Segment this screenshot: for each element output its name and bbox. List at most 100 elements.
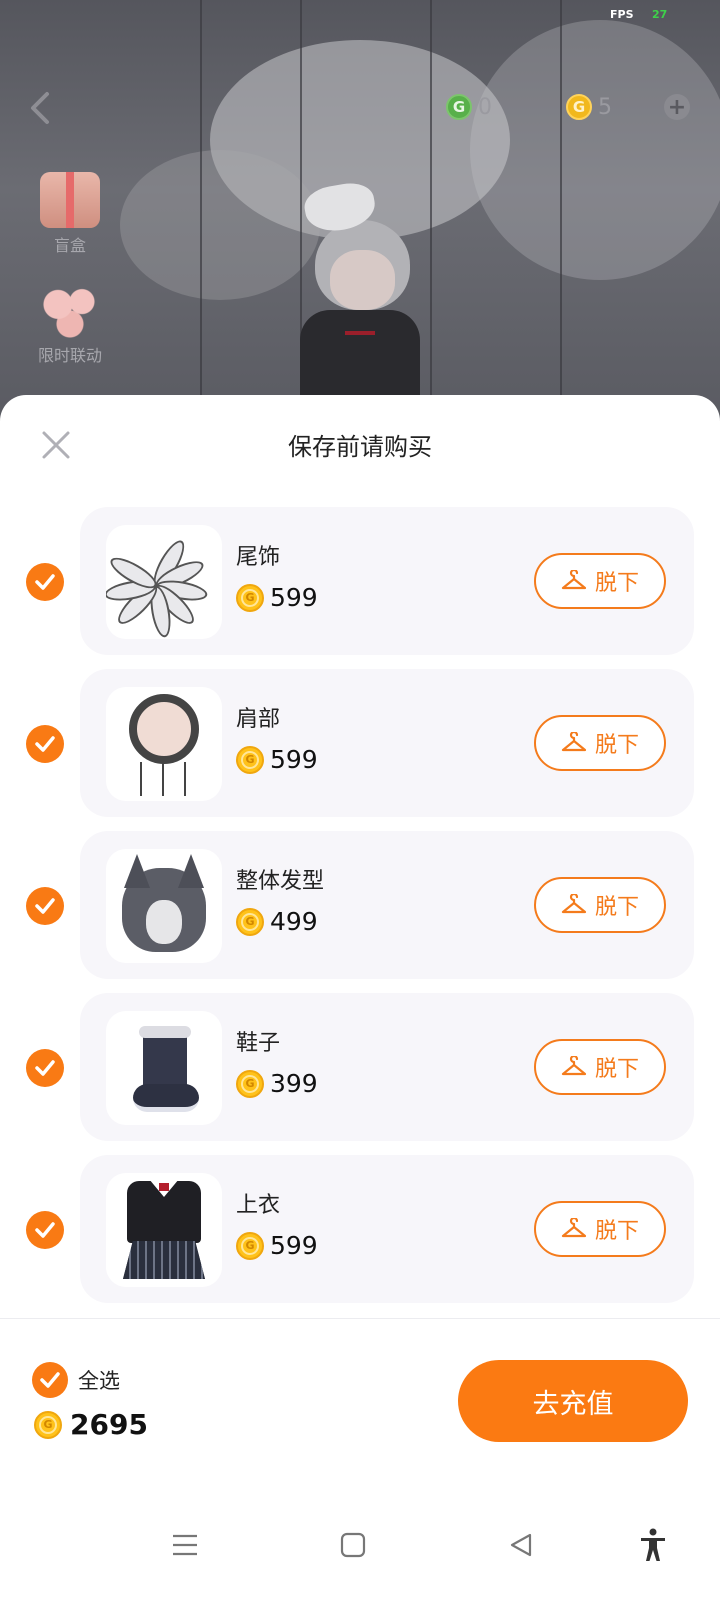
item-name: 尾饰 bbox=[236, 545, 281, 570]
hanger-icon bbox=[561, 894, 587, 914]
item-thumbnail bbox=[106, 687, 222, 801]
back-button[interactable] bbox=[22, 88, 58, 128]
check-icon bbox=[40, 1372, 60, 1388]
item-price-value: 499 bbox=[270, 907, 318, 936]
list-item: 鞋子 G 399 脱下 bbox=[0, 993, 720, 1141]
green-coin-balance[interactable]: G 0 bbox=[446, 92, 492, 122]
hanger-icon bbox=[561, 1218, 587, 1238]
item-name: 整体发型 bbox=[236, 869, 325, 894]
remove-item-button[interactable]: 脱下 bbox=[534, 553, 666, 609]
avatar-preview-scene: FPS 27 G 0 G 5 + 盲盒 限时联动 bbox=[0, 0, 720, 420]
green-coin-icon: G bbox=[446, 94, 472, 120]
fps-label: FPS bbox=[610, 8, 634, 21]
shoulder-accessory-image bbox=[124, 694, 204, 796]
select-all-checkbox[interactable] bbox=[32, 1362, 68, 1398]
limited-collab-button[interactable]: 限时联动 bbox=[30, 282, 110, 366]
top-clothing-image bbox=[119, 1175, 209, 1285]
check-icon bbox=[35, 1222, 55, 1238]
gift-box-icon bbox=[40, 172, 100, 228]
scene-string bbox=[200, 0, 202, 420]
coin-icon: G bbox=[236, 1069, 264, 1098]
green-coin-count: 0 bbox=[478, 94, 492, 120]
item-name: 上衣 bbox=[236, 1193, 281, 1218]
scene-string bbox=[430, 0, 432, 420]
accessibility-button[interactable] bbox=[628, 1520, 678, 1570]
add-currency-button[interactable]: + bbox=[664, 94, 690, 120]
list-item: 整体发型 G 499 脱下 bbox=[0, 831, 720, 979]
shoes-image bbox=[129, 1018, 199, 1118]
home-icon bbox=[340, 1532, 366, 1558]
home-button[interactable] bbox=[328, 1520, 378, 1570]
sheet-title: 保存前请购买 bbox=[288, 433, 432, 461]
gold-coin-count: 5 bbox=[598, 94, 612, 120]
item-card[interactable]: 整体发型 G 499 脱下 bbox=[80, 831, 694, 979]
total-price: G 2695 bbox=[34, 1408, 148, 1441]
menu-icon bbox=[173, 1534, 197, 1556]
item-price: G 599 bbox=[236, 583, 318, 612]
tail-accessory-image bbox=[106, 536, 214, 639]
item-price: G 499 bbox=[236, 907, 318, 936]
footer-divider bbox=[0, 1318, 720, 1319]
item-checkbox[interactable] bbox=[26, 1049, 64, 1087]
item-checkbox[interactable] bbox=[26, 1211, 64, 1249]
flower-icon bbox=[40, 282, 100, 338]
hanger-icon bbox=[561, 570, 587, 590]
hanger-icon bbox=[561, 1056, 587, 1076]
item-price-value: 599 bbox=[270, 1231, 318, 1260]
remove-item-button[interactable]: 脱下 bbox=[534, 877, 666, 933]
accessibility-icon bbox=[641, 1528, 665, 1561]
check-icon bbox=[35, 574, 55, 590]
item-price-value: 599 bbox=[270, 745, 318, 774]
list-item: 肩部 G 599 脱下 bbox=[0, 669, 720, 817]
chevron-left-icon bbox=[31, 92, 49, 124]
hairstyle-image bbox=[116, 854, 212, 958]
coin-icon: G bbox=[236, 745, 264, 774]
item-thumbnail bbox=[106, 849, 222, 963]
item-name: 鞋子 bbox=[236, 1031, 281, 1056]
coin-icon: G bbox=[34, 1410, 62, 1439]
blind-box-button[interactable]: 盲盒 bbox=[30, 172, 110, 256]
item-checkbox[interactable] bbox=[26, 725, 64, 763]
check-icon bbox=[35, 736, 55, 752]
remove-item-button[interactable]: 脱下 bbox=[534, 1039, 666, 1095]
item-card[interactable]: 尾饰 G 599 脱下 bbox=[80, 507, 694, 655]
system-nav-bar bbox=[0, 1490, 720, 1600]
coin-icon: G bbox=[236, 583, 264, 612]
gold-coin-icon: G bbox=[566, 94, 592, 120]
remove-label: 脱下 bbox=[594, 1219, 639, 1244]
menu-button[interactable] bbox=[160, 1520, 210, 1570]
item-price: G 599 bbox=[236, 745, 318, 774]
remove-label: 脱下 bbox=[594, 1057, 639, 1082]
item-list: 尾饰 G 599 脱下 肩部 G 599 脱下 整体发型 G 499 脱下 鞋子… bbox=[0, 507, 720, 1317]
item-card[interactable]: 肩部 G 599 脱下 bbox=[80, 669, 694, 817]
avatar-character[interactable] bbox=[290, 160, 430, 420]
item-thumbnail bbox=[106, 525, 222, 639]
select-all-toggle[interactable]: 全选 bbox=[32, 1362, 120, 1398]
gold-coin-balance[interactable]: G 5 bbox=[566, 92, 612, 122]
remove-label: 脱下 bbox=[594, 571, 639, 596]
total-price-value: 2695 bbox=[70, 1408, 148, 1441]
item-card[interactable]: 鞋子 G 399 脱下 bbox=[80, 993, 694, 1141]
recharge-button[interactable]: 去充值 bbox=[458, 1360, 688, 1442]
item-price-value: 599 bbox=[270, 583, 318, 612]
scene-string bbox=[560, 0, 562, 420]
list-item: 尾饰 G 599 脱下 bbox=[0, 507, 720, 655]
item-card[interactable]: 上衣 G 599 脱下 bbox=[80, 1155, 694, 1303]
coin-icon: G bbox=[236, 907, 264, 936]
fps-value: 27 bbox=[652, 8, 668, 21]
remove-item-button[interactable]: 脱下 bbox=[534, 715, 666, 771]
remove-item-button[interactable]: 脱下 bbox=[534, 1201, 666, 1257]
item-checkbox[interactable] bbox=[26, 563, 64, 601]
item-thumbnail bbox=[106, 1173, 222, 1287]
nav-back-button[interactable] bbox=[496, 1520, 546, 1570]
item-price-value: 399 bbox=[270, 1069, 318, 1098]
check-icon bbox=[35, 898, 55, 914]
list-item: 上衣 G 599 脱下 bbox=[0, 1155, 720, 1303]
coin-icon: G bbox=[236, 1231, 264, 1260]
item-checkbox[interactable] bbox=[26, 887, 64, 925]
back-triangle-icon bbox=[510, 1533, 532, 1557]
limited-collab-label: 限时联动 bbox=[37, 346, 102, 365]
item-thumbnail bbox=[106, 1011, 222, 1125]
item-price: G 599 bbox=[236, 1231, 318, 1260]
hanger-icon bbox=[561, 732, 587, 752]
